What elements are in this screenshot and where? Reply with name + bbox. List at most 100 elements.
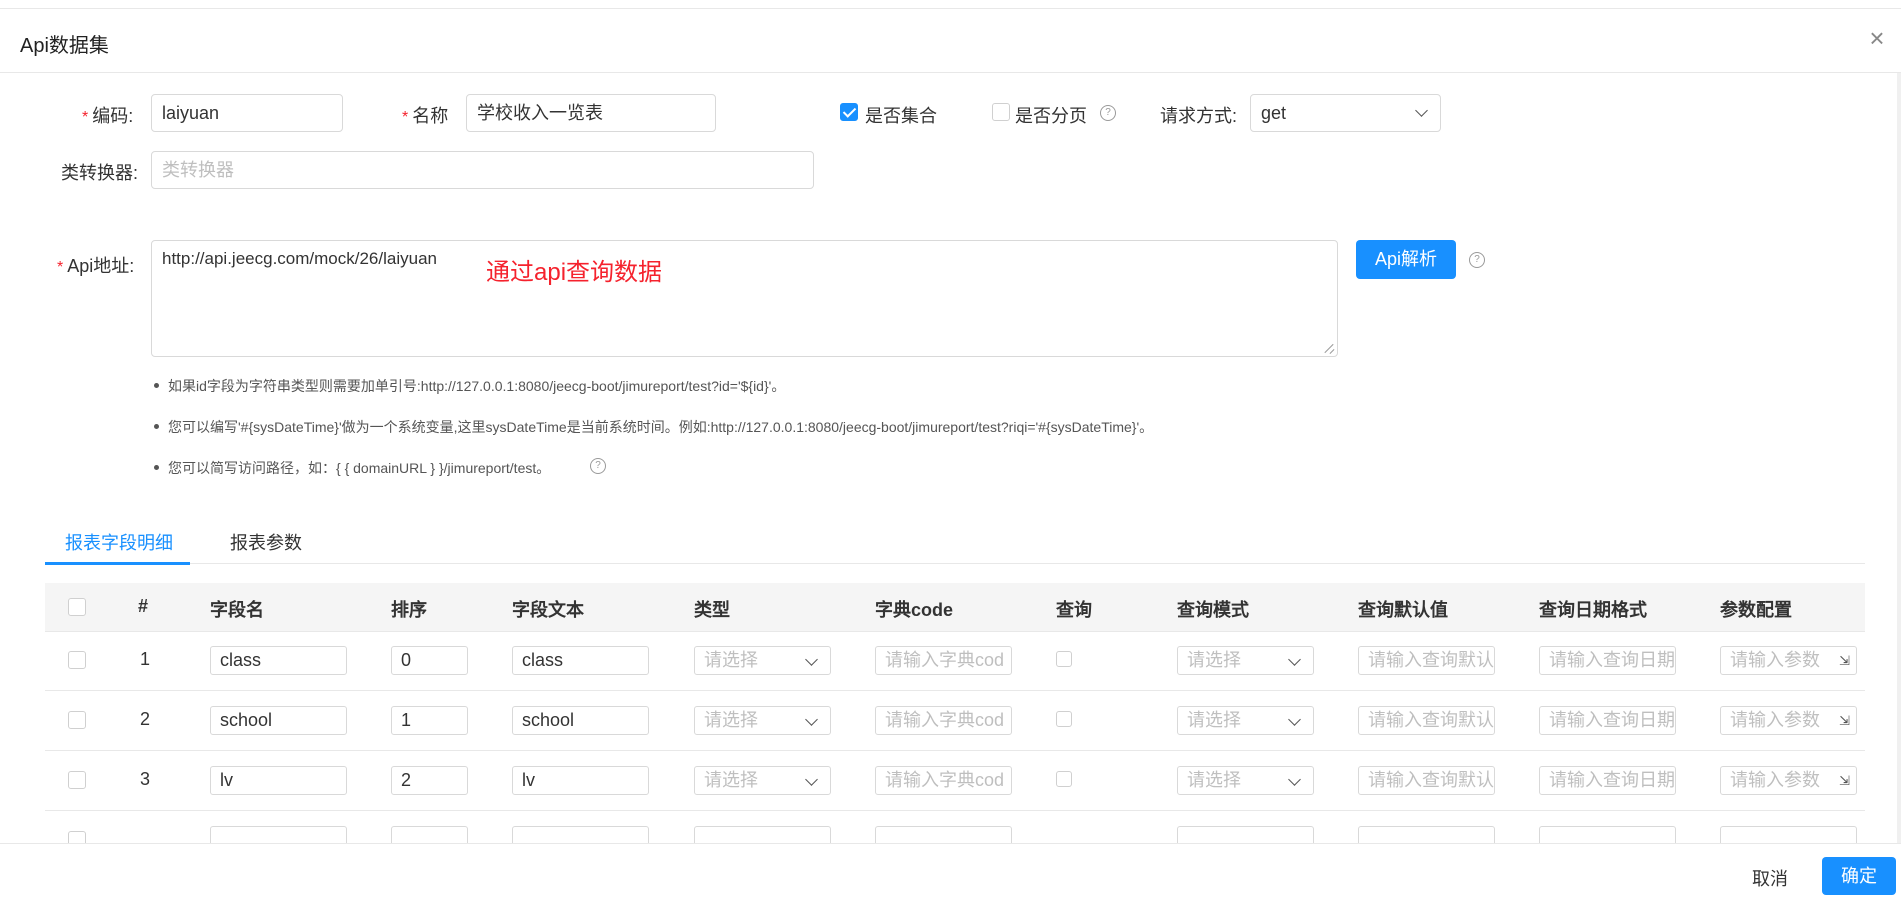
row-number: 3 bbox=[140, 769, 151, 789]
type-select[interactable]: 请选择 bbox=[694, 766, 831, 795]
row-number: 1 bbox=[140, 649, 151, 669]
query-date-format-input[interactable] bbox=[1539, 826, 1676, 843]
bullet bbox=[154, 424, 159, 429]
method-select[interactable]: get bbox=[1250, 94, 1441, 132]
row-checkbox[interactable] bbox=[68, 831, 86, 843]
chevron-down-icon bbox=[805, 713, 818, 726]
column-header: 字段名 bbox=[210, 600, 264, 620]
type-select[interactable]: 请选择 bbox=[694, 646, 831, 675]
type-select[interactable]: 请选择 bbox=[694, 706, 831, 735]
row-checkbox[interactable] bbox=[68, 651, 86, 669]
cancel-button[interactable]: 取消 bbox=[1752, 865, 1788, 891]
order-input[interactable] bbox=[391, 826, 468, 843]
tab-field-details[interactable]: 报表字段明细 bbox=[65, 529, 173, 555]
is-paging-checkbox[interactable] bbox=[992, 103, 1010, 121]
field-text-input[interactable]: class bbox=[512, 646, 649, 675]
table-row bbox=[45, 811, 1865, 843]
ok-button[interactable]: 确定 bbox=[1822, 857, 1896, 895]
scrollbar[interactable] bbox=[1897, 73, 1901, 843]
expand-icon[interactable]: ⇲ bbox=[1839, 707, 1850, 734]
resize-handle-icon[interactable] bbox=[1325, 344, 1335, 354]
help-icon[interactable]: ? bbox=[1100, 105, 1116, 121]
row-number: 2 bbox=[140, 709, 151, 729]
is-collection-checkbox[interactable] bbox=[840, 103, 858, 121]
query-mode-select[interactable]: 请选择 bbox=[1177, 766, 1314, 795]
field-name-input[interactable]: school bbox=[210, 706, 347, 735]
name-label: * 名称 bbox=[402, 106, 449, 126]
query-default-input[interactable]: 请输入查询默认 bbox=[1358, 706, 1495, 735]
type-select-placeholder: 请选择 bbox=[704, 770, 758, 790]
tab-bar: 报表字段明细 报表参数 bbox=[45, 526, 1865, 565]
param-config-input[interactable] bbox=[1720, 826, 1857, 843]
field-name-input[interactable]: class bbox=[210, 646, 347, 675]
order-input[interactable]: 1 bbox=[391, 706, 468, 735]
query-default-input[interactable]: 请输入查询默认 bbox=[1358, 646, 1495, 675]
query-checkbox[interactable] bbox=[1056, 651, 1072, 667]
name-input[interactable]: 学校收入一览表 bbox=[466, 94, 716, 132]
code-input[interactable]: laiyuan bbox=[151, 94, 343, 132]
help-icon[interactable]: ? bbox=[1469, 252, 1485, 268]
table-row: 1 class 0 class 请选择 请输入字典cod 请选择 请输入查询默认… bbox=[45, 631, 1865, 691]
method-select-value: get bbox=[1261, 103, 1287, 123]
query-checkbox[interactable] bbox=[1056, 771, 1072, 787]
param-config-input[interactable]: 请输入参数 ⇲ bbox=[1720, 706, 1857, 735]
query-date-format-input[interactable]: 请输入查询日期 bbox=[1539, 706, 1676, 735]
api-label: * Api地址: bbox=[57, 256, 135, 276]
column-header: 类型 bbox=[694, 600, 730, 620]
expand-icon[interactable]: ⇲ bbox=[1839, 647, 1850, 674]
api-url-textarea[interactable]: http://api.jeecg.com/mock/26/laiyuan bbox=[151, 240, 1338, 357]
column-header: 排序 bbox=[391, 600, 427, 620]
query-default-input[interactable] bbox=[1358, 826, 1495, 843]
field-text-input[interactable]: school bbox=[512, 706, 649, 735]
query-mode-select[interactable] bbox=[1177, 826, 1314, 843]
param-config-placeholder: 请输入参数 bbox=[1730, 770, 1820, 790]
type-select[interactable] bbox=[694, 826, 831, 843]
dict-code-input[interactable] bbox=[875, 826, 1012, 843]
tab-report-params[interactable]: 报表参数 bbox=[230, 529, 302, 555]
select-all-checkbox[interactable] bbox=[68, 598, 86, 616]
api-url-value: http://api.jeecg.com/mock/26/laiyuan bbox=[162, 249, 437, 268]
row-checkbox[interactable] bbox=[68, 771, 86, 789]
order-input[interactable]: 0 bbox=[391, 646, 468, 675]
param-config-input[interactable]: 请输入参数 ⇲ bbox=[1720, 646, 1857, 675]
type-select-placeholder: 请选择 bbox=[704, 650, 758, 670]
query-mode-placeholder: 请选择 bbox=[1187, 770, 1241, 790]
query-date-format-input[interactable]: 请输入查询日期 bbox=[1539, 766, 1676, 795]
field-text-input[interactable] bbox=[512, 826, 649, 843]
chevron-down-icon bbox=[1288, 773, 1301, 786]
dict-code-input[interactable]: 请输入字典cod bbox=[875, 646, 1012, 675]
column-header: 参数配置 bbox=[1720, 600, 1792, 620]
column-header: 查询模式 bbox=[1177, 600, 1249, 620]
field-name-input[interactable]: lv bbox=[210, 766, 347, 795]
hint-item: 如果id字段为字符串类型则需要加单引号:http://127.0.0.1:808… bbox=[168, 378, 786, 394]
bullet bbox=[154, 383, 159, 388]
query-default-input[interactable]: 请输入查询默认 bbox=[1358, 766, 1495, 795]
dialog-header: Api数据集 × bbox=[0, 9, 1901, 73]
chevron-down-icon bbox=[1288, 713, 1301, 726]
dict-code-input[interactable]: 请输入字典cod bbox=[875, 706, 1012, 735]
table-row: 2 school 1 school 请选择 请输入字典cod 请选择 请输入查询… bbox=[45, 691, 1865, 751]
field-name-input[interactable] bbox=[210, 826, 347, 843]
query-checkbox[interactable] bbox=[1056, 711, 1072, 727]
converter-input[interactable]: 类转换器 bbox=[151, 151, 814, 189]
dialog-title: Api数据集 bbox=[20, 35, 109, 57]
row-checkbox[interactable] bbox=[68, 711, 86, 729]
dict-code-input[interactable]: 请输入字典cod bbox=[875, 766, 1012, 795]
column-header: 查询日期格式 bbox=[1539, 600, 1647, 620]
expand-icon[interactable]: ⇲ bbox=[1839, 767, 1850, 794]
query-mode-select[interactable]: 请选择 bbox=[1177, 706, 1314, 735]
hint-item: 您可以简写访问路径，如：{ { domainURL } }/jimureport… bbox=[168, 460, 551, 476]
hint-item: 您可以编写'#{sysDateTime}'做为一个系统变量,这里sysDateT… bbox=[168, 419, 1154, 435]
query-date-format-input[interactable]: 请输入查询日期 bbox=[1539, 646, 1676, 675]
close-icon[interactable]: × bbox=[1865, 25, 1889, 51]
column-header: 字典code bbox=[875, 600, 954, 620]
query-mode-select[interactable]: 请选择 bbox=[1177, 646, 1314, 675]
order-input[interactable]: 2 bbox=[391, 766, 468, 795]
chevron-down-icon bbox=[805, 773, 818, 786]
param-config-input[interactable]: 请输入参数 ⇲ bbox=[1720, 766, 1857, 795]
type-select-placeholder: 请选择 bbox=[704, 710, 758, 730]
field-text-input[interactable]: lv bbox=[512, 766, 649, 795]
help-icon[interactable]: ? bbox=[590, 458, 606, 474]
bullet bbox=[154, 465, 159, 470]
api-parse-button[interactable]: Api解析 bbox=[1356, 240, 1456, 279]
